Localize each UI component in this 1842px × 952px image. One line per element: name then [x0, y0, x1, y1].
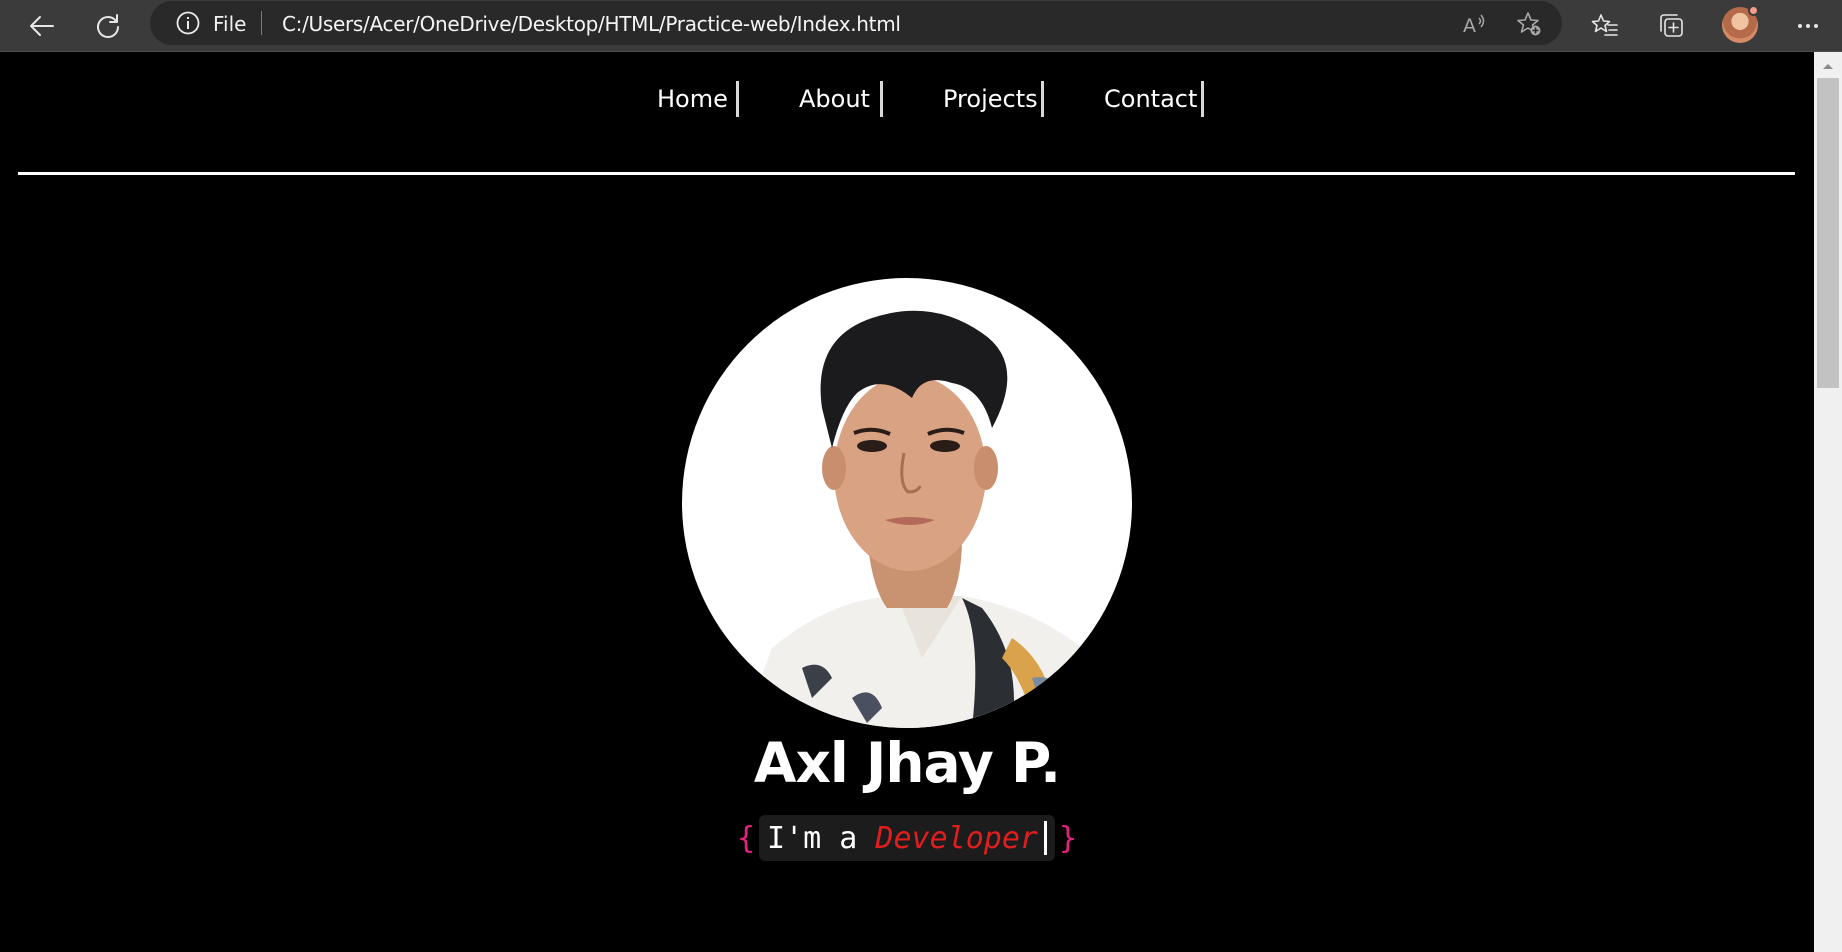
nav-home-link[interactable]: Home	[657, 85, 728, 113]
nav-contact-link[interactable]: Contact	[1104, 85, 1197, 113]
page-content: Home About Projects Contact Axl Jhay P. …	[0, 53, 1814, 952]
header-divider	[18, 172, 1795, 175]
profile-notification-dot	[1748, 5, 1759, 16]
tagline-role: Developer	[875, 820, 1038, 856]
url-text[interactable]: C:/Users/Acer/OneDrive/Desktop/HTML/Prac…	[282, 12, 901, 36]
favorites-button[interactable]	[1585, 6, 1625, 46]
read-aloud-icon[interactable]: A	[1462, 11, 1488, 37]
typing-box: I'm a Developer	[759, 815, 1055, 861]
back-button[interactable]	[22, 6, 62, 46]
tagline-open-brace: {	[736, 820, 756, 856]
add-favorite-icon[interactable]	[1516, 11, 1542, 37]
nav-divider	[880, 81, 883, 117]
site-nav: Home About Projects Contact	[0, 81, 1814, 121]
address-separator	[261, 11, 262, 35]
info-icon[interactable]	[176, 11, 200, 35]
refresh-icon	[97, 14, 119, 38]
browser-toolbar: File C:/Users/Acer/OneDrive/Desktop/HTML…	[0, 0, 1842, 52]
profile-photo	[682, 278, 1132, 728]
more-icon	[1798, 24, 1818, 28]
back-icon	[30, 16, 54, 36]
nav-about-link[interactable]: About	[799, 85, 870, 113]
hero-name: Axl Jhay P.	[753, 731, 1061, 795]
nav-divider	[736, 81, 739, 117]
nav-projects-link[interactable]: Projects	[943, 85, 1038, 113]
scrollbar-thumb[interactable]	[1817, 78, 1839, 388]
hero-tagline: { I'm a Developer }	[0, 815, 1814, 861]
address-bar[interactable]: File C:/Users/Acer/OneDrive/Desktop/HTML…	[150, 1, 1562, 45]
typing-caret	[1043, 821, 1047, 855]
favorites-icon	[1591, 14, 1618, 36]
tagline-prefix: I'm a	[767, 820, 876, 856]
svg-text:A: A	[1463, 15, 1476, 37]
more-button[interactable]	[1788, 6, 1828, 46]
refresh-button[interactable]	[88, 6, 128, 46]
tagline-close-brace: }	[1058, 820, 1078, 856]
collections-button[interactable]	[1651, 6, 1691, 46]
nav-divider	[1041, 81, 1044, 117]
scroll-up-arrow-icon[interactable]	[1820, 60, 1836, 72]
collections-icon	[1660, 14, 1683, 37]
nav-divider	[1201, 81, 1204, 117]
protocol-label: File	[213, 12, 247, 36]
